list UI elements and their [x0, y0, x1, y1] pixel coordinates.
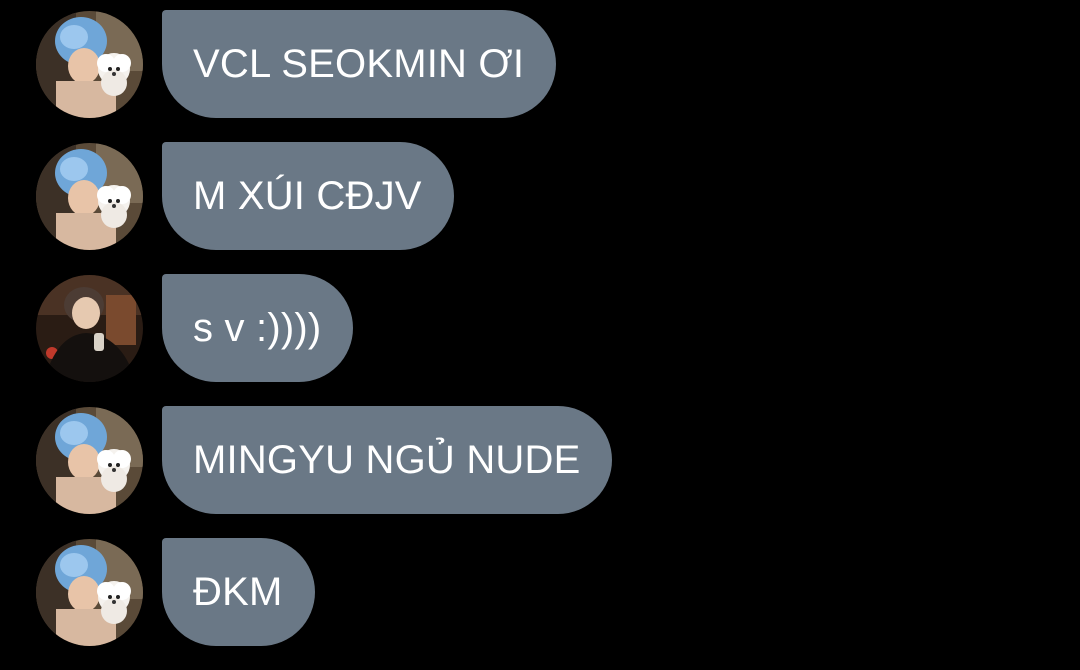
message-text: ĐKM [193, 569, 283, 614]
message-row: VCL SEOKMIN ƠI [36, 10, 557, 118]
message-text: VCL SEOKMIN ƠI [193, 41, 525, 86]
message-row: M XÚI CĐJV [36, 142, 454, 250]
message-row: s v :)))) [36, 274, 354, 382]
message-row: ĐKM [36, 538, 315, 646]
message-bubble[interactable]: MINGYU NGỦ NUDE [162, 406, 613, 514]
sender-avatar[interactable] [36, 143, 143, 250]
sender-avatar[interactable] [36, 539, 143, 646]
message-bubble[interactable]: ĐKM [162, 538, 315, 646]
message-text: MINGYU NGỦ NUDE [193, 437, 581, 482]
message-row: MINGYU NGỦ NUDE [36, 406, 613, 514]
message-bubble[interactable]: M XÚI CĐJV [162, 142, 454, 250]
sender-avatar[interactable] [36, 407, 143, 514]
avatar-blue-hair-with-dog-image [36, 143, 143, 250]
avatar-dark-outfit-image [36, 275, 143, 382]
sender-avatar[interactable] [36, 275, 143, 382]
message-bubble[interactable]: VCL SEOKMIN ƠI [162, 10, 557, 118]
avatar-blue-hair-with-dog-image [36, 539, 143, 646]
message-bubble[interactable]: s v :)))) [162, 274, 354, 382]
avatar-blue-hair-with-dog-image [36, 407, 143, 514]
message-text: s v :)))) [193, 305, 322, 350]
avatar-blue-hair-with-dog-image [36, 11, 143, 118]
message-text: M XÚI CĐJV [193, 173, 422, 218]
chat-conversation: VCL SEOKMIN ƠI M XÚI CĐJV s v :)))) MING… [0, 0, 1080, 670]
sender-avatar[interactable] [36, 11, 143, 118]
